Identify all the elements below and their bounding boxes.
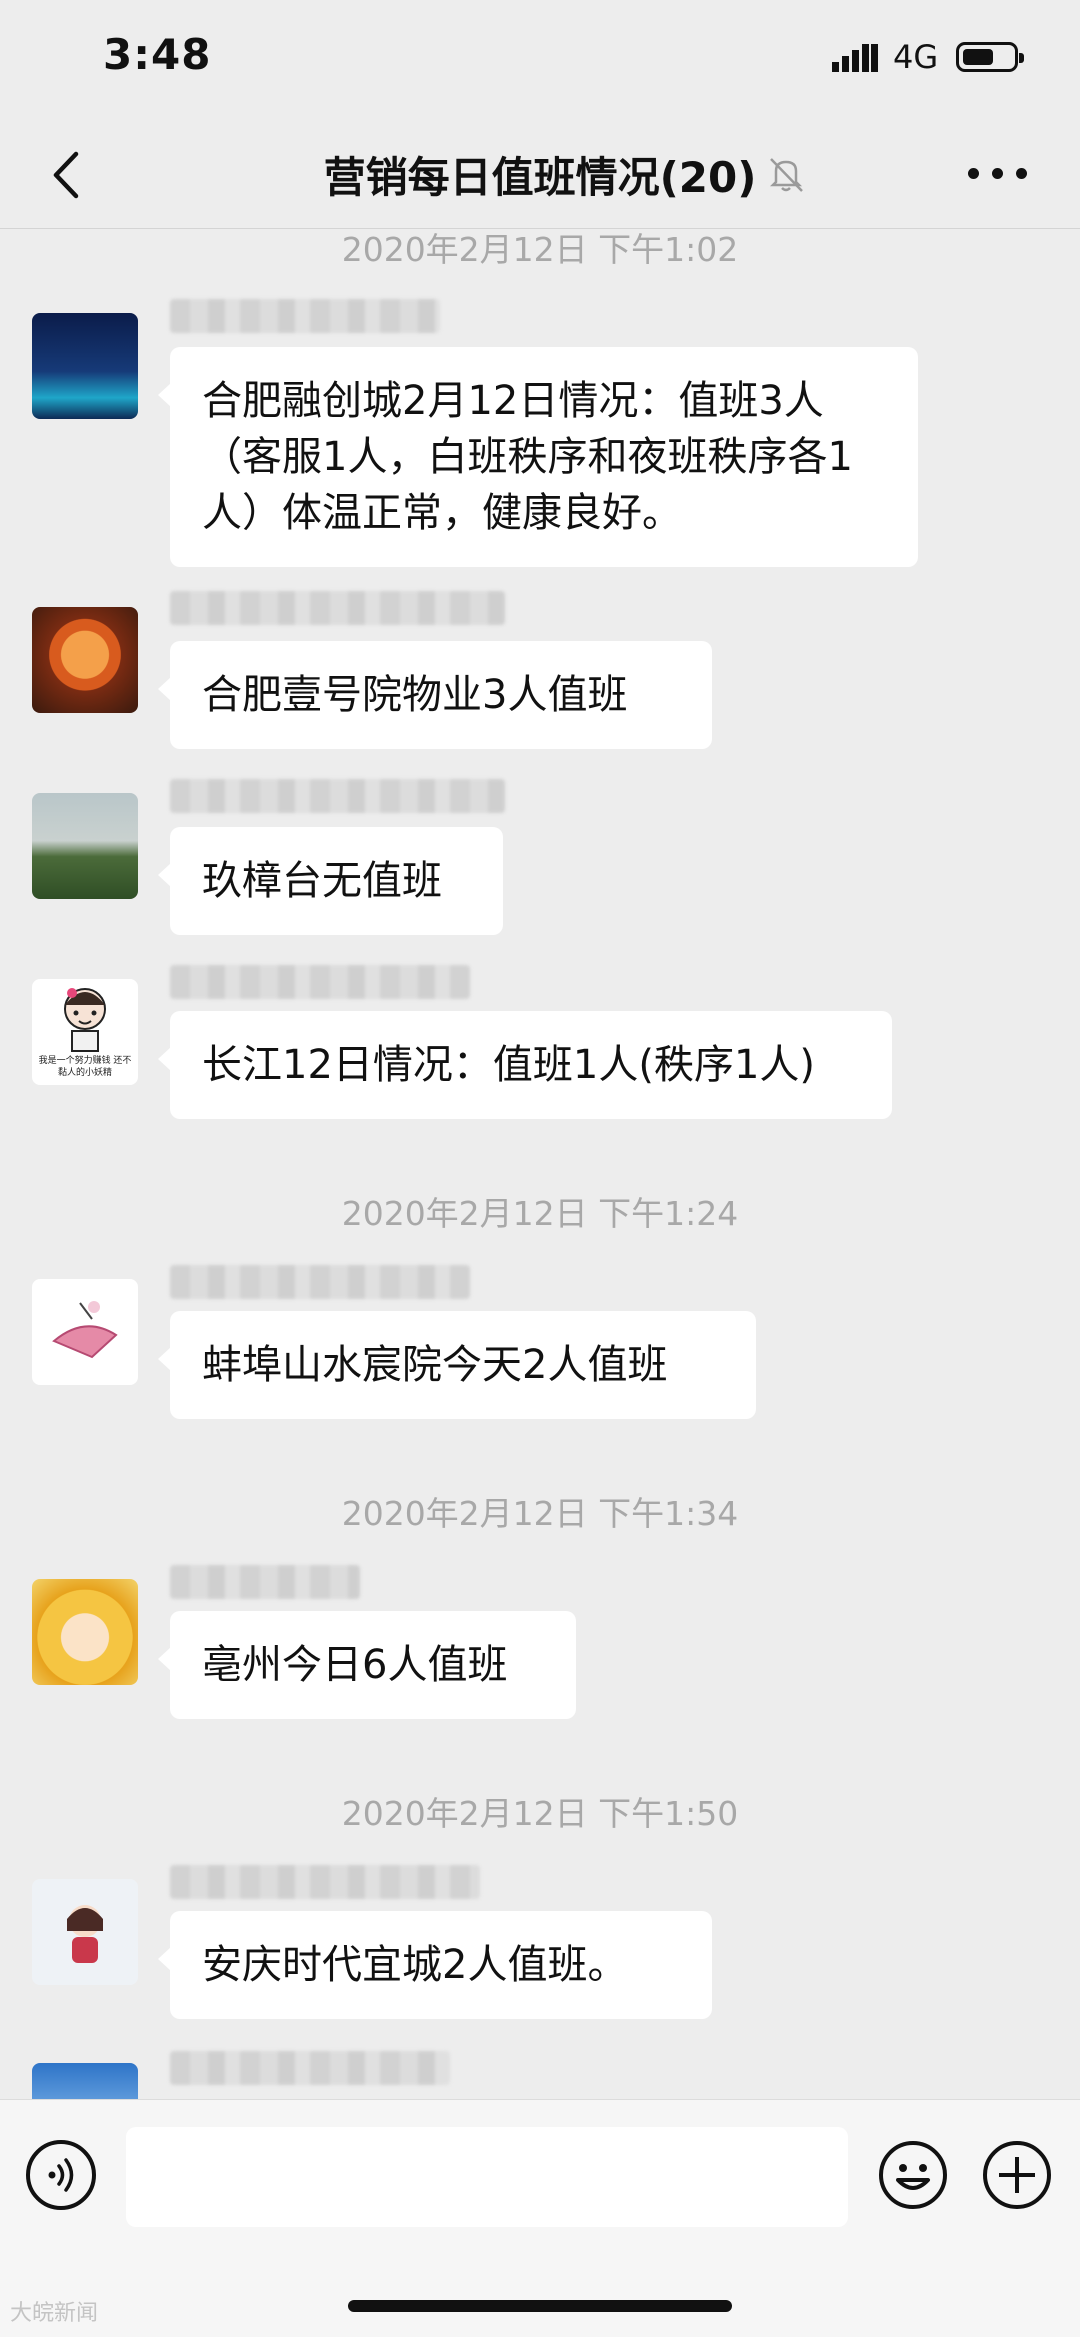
status-time: 3:48 (103, 30, 212, 79)
message-timestamp: 2020年2月12日 下午1:50 (341, 1794, 739, 1833)
message-bubble[interactable]: 亳州今日6人值班 (158, 1611, 576, 1719)
sender-name-blurred (170, 2051, 450, 2085)
emoji-icon[interactable] (878, 2140, 948, 2210)
network-type: 4G (893, 38, 939, 76)
mute-bell-icon (769, 158, 803, 192)
message-timestamp: 2020年2月12日 下午1:34 (341, 1494, 739, 1533)
avatar-caption: 我是一个努力赚钱 还不黏人的小妖精 (38, 1056, 132, 1078)
sender-name-blurred (170, 779, 505, 813)
signal-icon (832, 44, 878, 72)
more-dots-icon[interactable] (968, 168, 1028, 182)
avatar[interactable]: 我是一个努力赚钱 还不黏人的小妖精 (32, 979, 138, 1085)
message-bubble[interactable]: 蚌埠山水宸院今天2人值班 (158, 1311, 756, 1419)
sender-name-blurred (170, 299, 440, 333)
plus-icon[interactable] (982, 2140, 1052, 2210)
cartoon-girl-icon (67, 1905, 103, 1963)
avatar[interactable] (32, 1279, 138, 1385)
home-indicator (348, 2300, 732, 2312)
battery-icon (956, 42, 1024, 72)
avatar[interactable] (32, 793, 138, 899)
message-bubble[interactable]: 长江12日情况：值班1人(秩序1人) (158, 1011, 892, 1119)
avatar[interactable] (32, 1879, 138, 1985)
avatar[interactable] (32, 2063, 138, 2099)
avatar[interactable] (32, 1579, 138, 1685)
message-bubble[interactable]: 合肥融创城2月12日情况：值班3人（客服1人，白班秩序和夜班秩序各1人）体温正常… (158, 347, 918, 567)
sender-name-blurred (170, 1565, 360, 1599)
sender-name-blurred (170, 591, 505, 625)
avatar[interactable] (32, 607, 138, 713)
watermark: 大皖新闻 (10, 2301, 99, 2326)
avatar[interactable] (32, 313, 138, 419)
message-input[interactable] (126, 2127, 848, 2227)
message-bubble[interactable]: 安庆时代宜城2人值班。 (158, 1911, 712, 2019)
chat-title: 营销每日值班情况(20) (323, 153, 757, 202)
message-list[interactable]: 2020年2月12日 下午1:02 合肥融创城2月12日情况：值班3人（客服1人… (0, 229, 1080, 2099)
message-timestamp: 2020年2月12日 下午1:02 (341, 230, 739, 269)
message-bubble[interactable]: 玖樟台无值班 (158, 827, 503, 935)
chat-header: 营销每日值班情况(20) (0, 120, 1080, 230)
status-bar: 3:48 4G (0, 0, 1080, 120)
voice-icon[interactable] (26, 2140, 96, 2210)
message-timestamp: 2020年2月12日 下午1:24 (341, 1194, 739, 1233)
sender-name-blurred (170, 965, 470, 999)
sender-name-blurred (170, 1265, 470, 1299)
cartoon-girl-icon (64, 988, 106, 1052)
message-bubble[interactable]: 合肥壹号院物业3人值班 (158, 641, 712, 749)
sender-name-blurred (170, 1865, 480, 1899)
umbrella-icon (52, 1301, 118, 1359)
